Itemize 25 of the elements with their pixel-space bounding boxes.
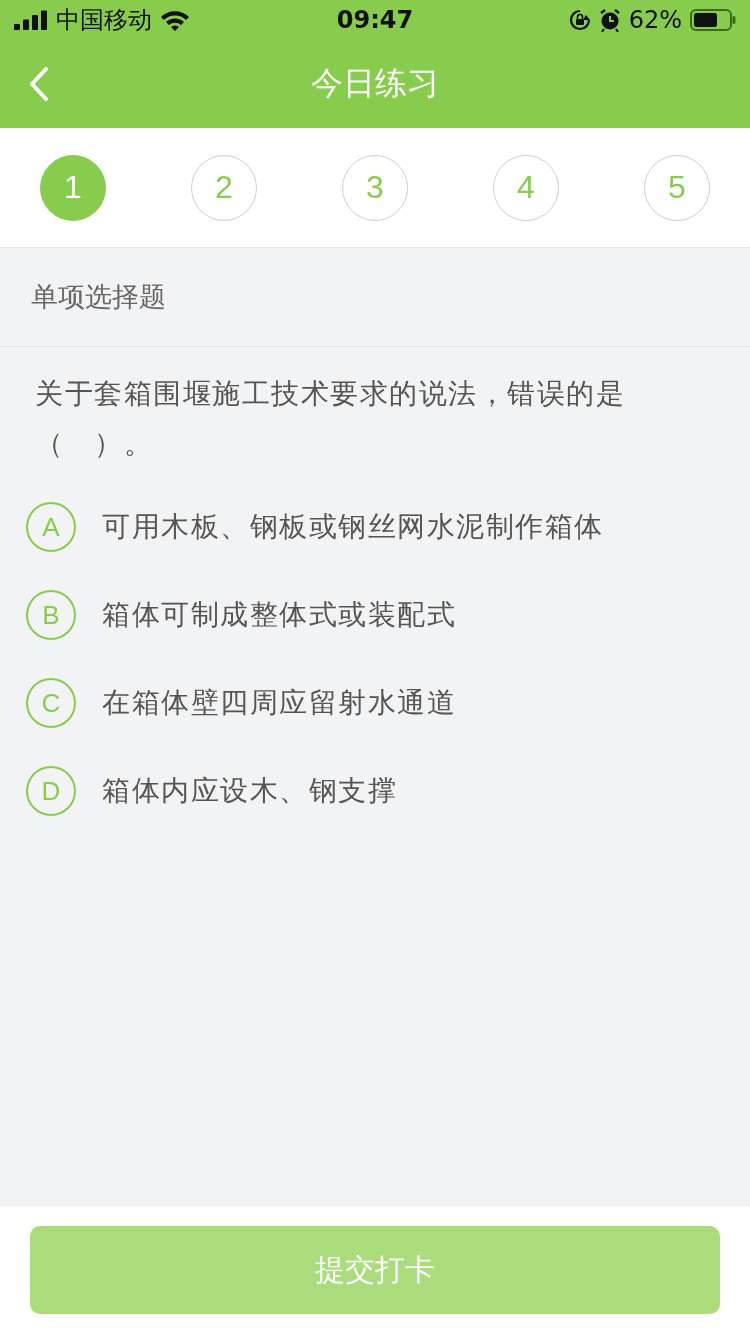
back-icon[interactable]: [28, 66, 50, 102]
section-header: 单项选择题: [0, 248, 750, 347]
page-title: 今日练习: [311, 63, 439, 104]
option-letter[interactable]: D: [26, 766, 76, 816]
option-text[interactable]: 在箱体壁四周应留射水通道: [102, 684, 456, 722]
signal-icon: [14, 10, 48, 30]
option-letter[interactable]: C: [26, 678, 76, 728]
battery-icon: [690, 9, 736, 31]
option-text[interactable]: 可用木板、钢板或钢丝网水泥制作箱体: [102, 508, 604, 546]
option-letter[interactable]: A: [26, 502, 76, 552]
question-number-tab[interactable]: 4: [493, 154, 559, 221]
question-number-tab[interactable]: 3: [342, 154, 408, 221]
question-number-tab[interactable]: 2: [191, 154, 257, 221]
wifi-icon: [160, 9, 190, 31]
question-text: 关于套箱围堰施工技术要求的说法，错误的是（ ）。: [34, 376, 626, 462]
question-number-tab[interactable]: 5: [644, 154, 710, 221]
option-letter[interactable]: B: [26, 590, 76, 640]
rotation-lock-icon: [568, 9, 591, 31]
carrier-name: 中国移动: [56, 5, 152, 36]
alarm-icon: [598, 8, 621, 32]
battery-percent: 62%: [628, 6, 682, 34]
option-text[interactable]: 箱体可制成整体式或装配式: [102, 596, 456, 634]
option-text[interactable]: 箱体内应设木、钢支撑: [102, 772, 397, 810]
question-number-tab[interactable]: 1: [40, 154, 106, 221]
status-time: 09:47: [336, 6, 414, 34]
